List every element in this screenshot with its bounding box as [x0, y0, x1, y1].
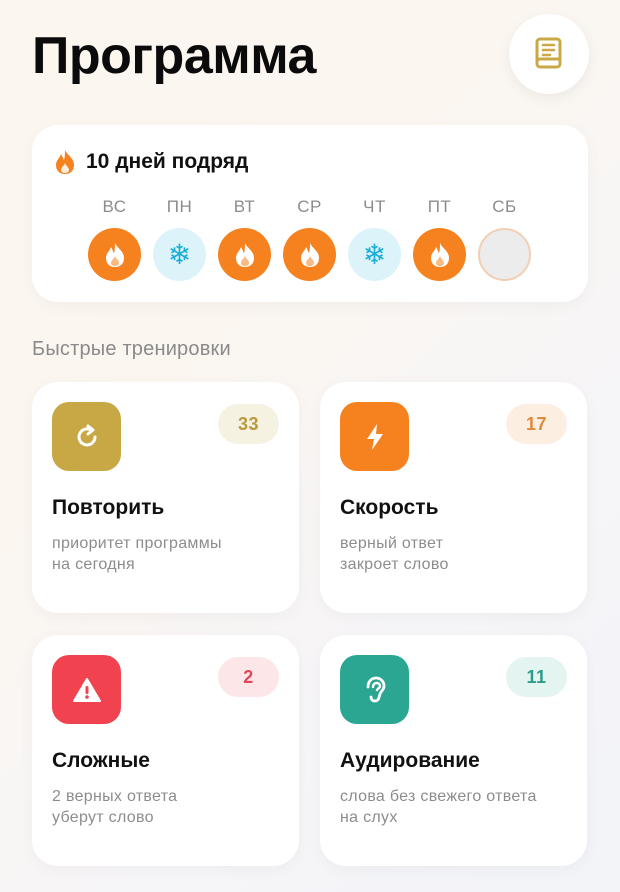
card-subtitle: 2 верных ответа уберут слово [52, 786, 177, 828]
card-subtitle-line: слова без свежего ответа [340, 788, 537, 805]
card-subtitle-line: закроет слово [340, 556, 449, 573]
flame-icon [283, 228, 336, 281]
book-icon [535, 37, 562, 69]
flame-icon [413, 228, 466, 281]
day-1: ПН ❄ [153, 197, 206, 281]
day-label: ВТ [233, 197, 256, 216]
card-subtitle-line: 2 верных ответа [52, 788, 178, 805]
day-4: ЧТ ❄ [348, 197, 401, 281]
day-label: СБ [492, 197, 517, 216]
streak-header: 10 дней подряд [54, 149, 248, 175]
week-days: ВС ПН ❄ ВТ СР ЧТ ❄ ПТ СБ [88, 197, 531, 281]
streak-card: 10 дней подряд ВС ПН ❄ ВТ СР ЧТ ❄ ПТ СБ [32, 125, 588, 302]
snowflake-icon: ❄ [153, 228, 206, 281]
day-label: ПТ [427, 197, 452, 216]
listening-card[interactable]: 11 Аудирование слова без свежего ответа на … [320, 635, 587, 866]
card-subtitle: приоритет программы на сегодня [52, 533, 222, 575]
count-badge: 17 [506, 404, 567, 444]
speed-card[interactable]: 17 Скорость верный ответ закроет слово [320, 382, 587, 613]
card-subtitle-line: верный ответ [340, 535, 444, 552]
card-subtitle-line: на сегодня [52, 556, 135, 573]
card-subtitle-line: уберут слово [52, 809, 154, 826]
card-title: Аудирование [340, 749, 480, 772]
day-label: ВС [102, 197, 127, 216]
card-subtitle: верный ответ закроет слово [340, 533, 449, 575]
flame-icon [56, 150, 74, 174]
book-button[interactable] [509, 14, 589, 94]
warning-icon [52, 655, 121, 724]
day-label: ЧТ [363, 197, 386, 216]
day-2: ВТ [218, 197, 271, 281]
streak-count-text: 10 дней подряд [86, 150, 249, 173]
day-5: ПТ [413, 197, 466, 281]
day-0: ВС [88, 197, 141, 281]
ear-icon [340, 655, 409, 724]
lightning-icon [340, 402, 409, 471]
repeat-card[interactable]: 33 Повторить приоритет программы на сегодня [32, 382, 299, 613]
hard-card[interactable]: 2 Сложные 2 верных ответа уберут слово [32, 635, 299, 866]
snowflake-icon: ❄ [348, 228, 401, 281]
flame-icon [88, 228, 141, 281]
card-title: Повторить [52, 496, 165, 519]
day-3: СР [283, 197, 336, 281]
card-subtitle-line: приоритет программы [52, 535, 222, 552]
day-label: ПН [166, 197, 193, 216]
card-title: Сложные [52, 749, 150, 772]
card-subtitle: слова без свежего ответа на слух [340, 786, 537, 828]
flame-icon [218, 228, 271, 281]
card-title: Скорость [340, 496, 439, 519]
day-6: СБ [478, 197, 531, 281]
day-label: СР [297, 197, 322, 216]
empty-day-circle [478, 228, 531, 281]
section-title: Быстрые тренировки [32, 338, 231, 360]
repeat-icon [52, 402, 121, 471]
count-badge: 11 [506, 657, 567, 697]
card-subtitle-line: на слух [340, 809, 398, 826]
page-title: Программа [32, 27, 316, 85]
count-badge: 33 [218, 404, 279, 444]
count-badge: 2 [218, 657, 279, 697]
